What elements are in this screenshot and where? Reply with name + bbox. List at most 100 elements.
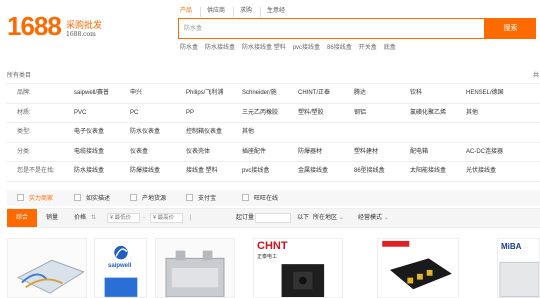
filter-option[interactable]: 接线盒 塑料 xyxy=(186,162,218,181)
filter-option[interactable]: 光伏接线盒 xyxy=(466,162,496,181)
filter-option[interactable]: pvc接线盒 xyxy=(242,162,269,181)
price-min-input[interactable] xyxy=(107,213,140,223)
logo-url: 1688.com xyxy=(66,31,96,38)
filter-option[interactable]: 三元乙丙橡胶 xyxy=(242,104,278,123)
filter-option[interactable]: PC xyxy=(130,104,138,123)
moq-label: 起订量 xyxy=(236,215,255,221)
sort-price-label[interactable]: 价格 xyxy=(74,209,86,227)
filter-label: 类型: xyxy=(17,129,31,135)
checkbox-icon xyxy=(242,194,249,201)
sort-arrows-icon[interactable]: ⇅ xyxy=(91,209,96,227)
filter-option[interactable]: 86型接线盒 xyxy=(354,162,385,181)
product-card[interactable]: saipwell xyxy=(94,238,147,298)
filter-row-category: 分类: 电缆接线盒 仪表盒 仪表壳体 插座配件 防爆器材 塑料建材 配电箱 AC… xyxy=(7,143,540,162)
price-max-input[interactable] xyxy=(150,213,183,223)
filter-option[interactable]: AC-DC连接器 xyxy=(466,143,503,162)
filter-option[interactable]: 仪表盒 xyxy=(130,143,148,162)
filter-option[interactable]: 钢铝 xyxy=(354,104,366,123)
checkbox-strong-merchant[interactable]: 实力商家 xyxy=(17,193,53,202)
filter-option[interactable]: 其他 xyxy=(242,123,254,142)
filter-option[interactable]: 电子仪表盒 xyxy=(74,123,104,142)
product-image xyxy=(156,239,234,297)
filter-option[interactable]: 氯磺化聚乙烯 xyxy=(410,104,446,123)
filter-option[interactable]: 其他 xyxy=(466,104,478,123)
filter-option[interactable]: 塑料/塑胶 xyxy=(298,104,324,123)
checkbox-icon xyxy=(130,194,137,201)
checkbox-alipay[interactable]: 支付宝 xyxy=(186,193,216,202)
filter-option[interactable]: 太阳能接线盒 xyxy=(410,162,446,181)
filter-option[interactable]: 申兴 xyxy=(130,84,142,103)
checkbox-wangwang-online[interactable]: 旺旺在线 xyxy=(242,193,278,202)
brand-logo-text: MiBA xyxy=(501,242,522,251)
search-input[interactable] xyxy=(179,19,484,38)
checkbox-as-described[interactable]: 如实描述 xyxy=(74,193,110,202)
logo-number: 1688 xyxy=(7,11,62,41)
filter-label: 品牌: xyxy=(17,90,31,96)
hot-word-link[interactable]: 86接线盒 xyxy=(327,42,352,51)
hot-word-link[interactable]: 防水接线盒 xyxy=(205,42,235,51)
filter-label: 材质: xyxy=(17,109,31,116)
filter-option[interactable]: 钦科 xyxy=(410,84,422,103)
checkbox-icon xyxy=(186,194,193,201)
filter-option[interactable]: PP xyxy=(186,104,194,123)
search-button[interactable]: 搜索 xyxy=(485,18,536,39)
hot-word-link[interactable]: 开关盒 xyxy=(359,42,377,51)
filter-option[interactable]: 腾达 xyxy=(354,84,366,103)
checkbox-label: 产地货源 xyxy=(142,196,167,202)
brand-logo-text: saipwell xyxy=(108,263,132,269)
product-card[interactable] xyxy=(7,238,87,298)
logo-slogan: 采购批发 xyxy=(66,21,103,31)
moq-input[interactable] xyxy=(255,213,291,223)
product-card[interactable] xyxy=(377,238,459,298)
filter-panel: 品牌: saipwell/赛普 申兴 Philips/飞利浦 Schneider… xyxy=(7,83,540,182)
filter-option[interactable]: PVC xyxy=(74,104,86,123)
checkbox-source-origin[interactable]: 产地货源 xyxy=(130,193,166,202)
filter-option[interactable]: Schneider/施 xyxy=(242,84,277,103)
filter-option[interactable]: 防爆器材 xyxy=(298,143,322,162)
filter-option[interactable]: saipwell/赛普 xyxy=(74,84,109,103)
filter-option[interactable]: 塑料建材 xyxy=(354,143,378,162)
filter-option[interactable]: 防水接线盒 xyxy=(74,162,104,181)
business-mode-dropdown[interactable]: 经营模式 ⌄ xyxy=(358,209,389,227)
checkbox-icon xyxy=(74,194,81,201)
chevron-down-icon: ⌄ xyxy=(338,215,344,221)
hot-word-link[interactable]: 底盒 xyxy=(384,42,396,51)
tab-buying-requests[interactable]: 求购 xyxy=(233,7,260,17)
divider: | xyxy=(190,215,192,221)
filter-option[interactable]: HENSEL/德国 xyxy=(466,84,504,103)
sort-sales-button[interactable]: 销量 xyxy=(46,209,58,227)
filter-option[interactable]: 电缆接线盒 xyxy=(74,143,104,162)
tab-business-tips[interactable]: 生意经 xyxy=(260,7,293,17)
hot-word-link[interactable]: 防水盒 xyxy=(180,42,198,51)
filter-option[interactable]: CHINT/正泰 xyxy=(298,84,330,103)
tab-products[interactable]: 产品 xyxy=(178,7,200,19)
checkbox-label: 旺旺在线 xyxy=(254,196,279,202)
filter-option[interactable]: 插座配件 xyxy=(242,143,266,162)
product-card[interactable] xyxy=(155,238,235,298)
filter-option[interactable]: 仪表壳体 xyxy=(186,143,210,162)
filter-option[interactable]: Philips/飞利浦 xyxy=(186,84,223,103)
hot-words: 防水盒 防水接线盒 防水接线盒 塑料 pvc接线盒 86接线盒 开关盒 底盒 xyxy=(180,42,403,51)
region-dropdown[interactable]: 所在地区 ⌄ xyxy=(313,209,344,227)
filter-option[interactable]: 防水仪表盒 xyxy=(130,123,160,142)
checkbox-label: 支付宝 xyxy=(198,196,217,202)
filter-option[interactable]: 金属接线盒 xyxy=(298,162,328,181)
tab-suppliers[interactable]: 供应商 xyxy=(200,7,233,17)
sort-default-button[interactable]: 综合 xyxy=(7,209,37,227)
breadcrumb[interactable]: 所有类目 xyxy=(7,70,31,79)
site-logo[interactable]: 1688 采购批发 1688.com xyxy=(7,11,102,44)
filter-option[interactable]: 防爆接线盒 xyxy=(130,162,160,181)
product-card[interactable]: CHNT 正泰电工 xyxy=(253,238,343,298)
search-box xyxy=(178,18,485,39)
filter-label: 您是不是在找: xyxy=(17,168,55,174)
product-image xyxy=(8,239,86,297)
filter-row-brand: 品牌: saipwell/赛普 申兴 Philips/飞利浦 Schneider… xyxy=(7,84,540,104)
product-card[interactable]: MiBA xyxy=(497,238,540,298)
filter-option[interactable]: 控制箱仪表盒 xyxy=(186,123,222,142)
filter-row-suggestions: 您是不是在找: 防水接线盒 防爆接线盒 接线盒 塑料 pvc接线盒 金属接线盒 … xyxy=(7,162,540,182)
product-image xyxy=(378,239,458,297)
filter-option[interactable]: 配电箱 xyxy=(410,143,428,162)
hot-word-link[interactable]: 防水接线盒 塑料 xyxy=(242,42,286,51)
hot-word-link[interactable]: pvc接线盒 xyxy=(293,42,320,51)
sort-bar: 综合 销量 价格 ⇅ - | 起订量 以下 所在地区 ⌄ 经营模式 ⌄ xyxy=(7,208,540,228)
